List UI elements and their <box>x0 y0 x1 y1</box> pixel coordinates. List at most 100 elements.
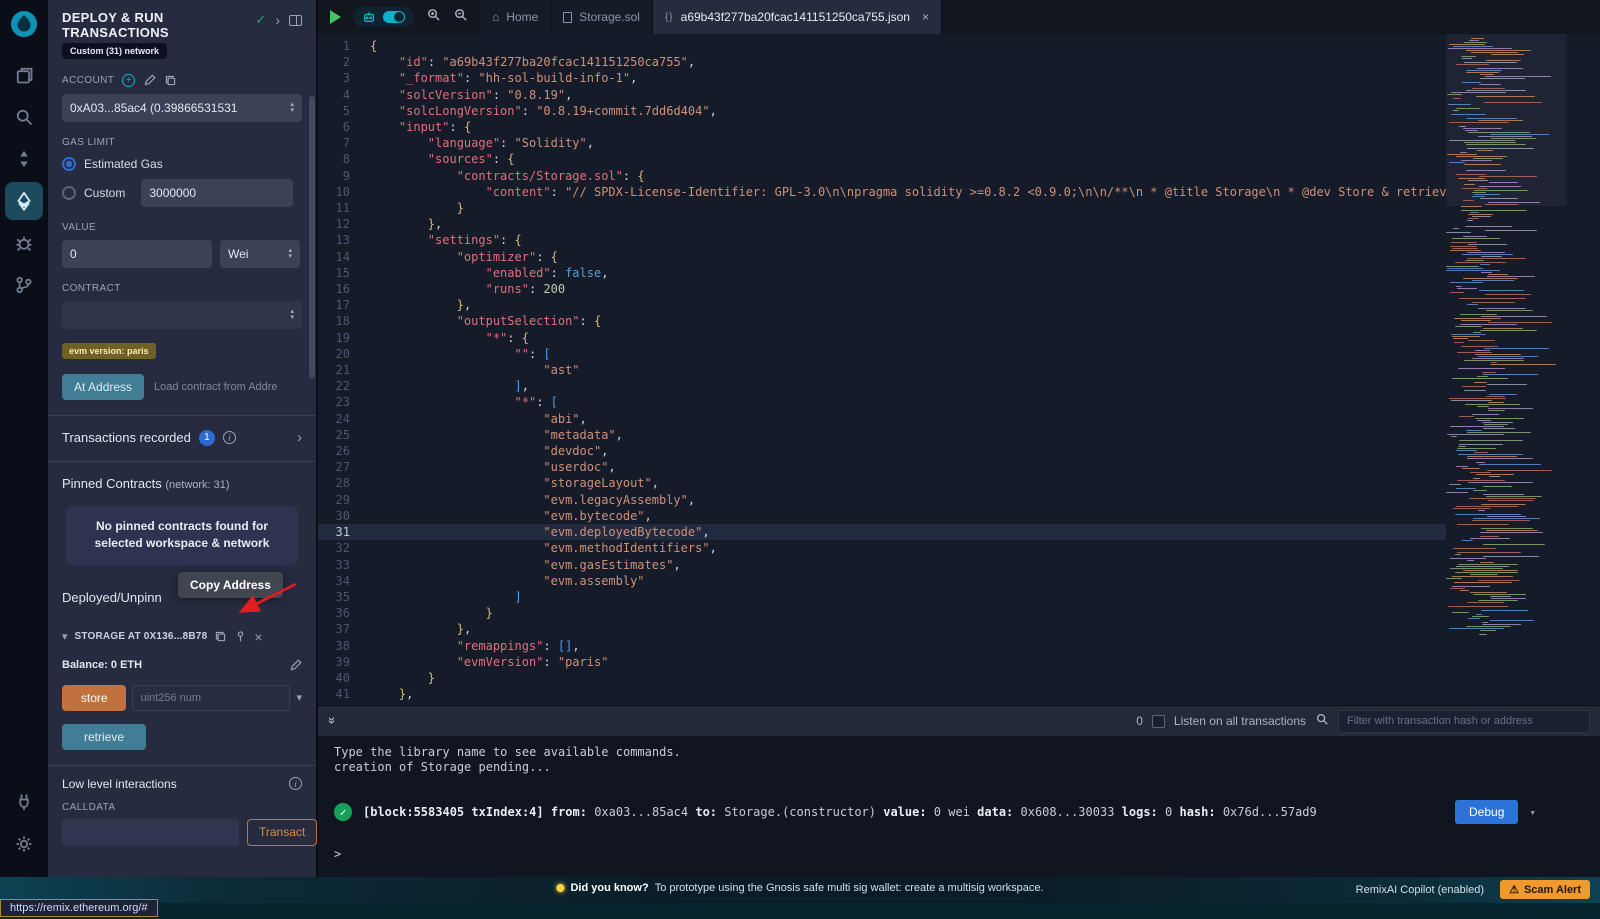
sidebar-item-git[interactable] <box>5 266 43 304</box>
code-line-7[interactable]: 7 "language": "Solidity", <box>318 135 1446 151</box>
code-line-6[interactable]: 6 "input": { <box>318 119 1446 135</box>
tab-a69b43f277ba20fcac141151250ca755-json[interactable]: {}a69b43f277ba20fcac141151250ca755.json× <box>653 0 942 34</box>
copy-address-icon[interactable] <box>214 630 227 643</box>
code-line-9[interactable]: 9 "contracts/Storage.sol": { <box>318 168 1446 184</box>
terminal-prompt[interactable]: > <box>334 847 1600 862</box>
expand-terminal-icon[interactable]: « <box>323 718 338 723</box>
code-line-31[interactable]: 31 "evm.deployedBytecode", <box>318 524 1446 540</box>
code-line-26[interactable]: 26 "devdoc", <box>318 443 1446 459</box>
code-line-13[interactable]: 13 "settings": { <box>318 232 1446 248</box>
expand-tx-icon[interactable]: ▾ <box>1529 805 1536 820</box>
at-address-placeholder[interactable]: Load contract from Addre <box>154 381 278 393</box>
code-line-8[interactable]: 8 "sources": { <box>318 151 1446 167</box>
edit-account-icon[interactable] <box>143 74 156 87</box>
custom-gas-radio[interactable]: Custom <box>62 186 125 200</box>
store-button[interactable]: store <box>62 685 126 711</box>
listen-checkbox[interactable] <box>1152 715 1165 728</box>
code-line-41[interactable]: 41 }, <box>318 686 1446 702</box>
tab-storage-sol[interactable]: Storage.sol <box>551 0 653 34</box>
tab-home[interactable]: ⌂Home <box>480 0 551 34</box>
sidebar-item-debugger[interactable] <box>5 224 43 262</box>
code-line-27[interactable]: 27 "userdoc", <box>318 459 1446 475</box>
code-line-11[interactable]: 11 } <box>318 200 1446 216</box>
zoom-out-icon[interactable] <box>453 7 468 27</box>
add-account-icon[interactable]: + <box>122 74 135 87</box>
code-line-36[interactable]: 36 } <box>318 605 1446 621</box>
code-line-30[interactable]: 30 "evm.bytecode", <box>318 508 1446 524</box>
remix-logo-icon[interactable] <box>8 8 40 40</box>
close-tab-icon[interactable]: × <box>922 10 929 24</box>
minimap[interactable] <box>1446 34 1566 705</box>
remove-contract-icon[interactable]: × <box>254 629 262 645</box>
code-line-3[interactable]: 3 "_format": "hh-sol-build-info-1", <box>318 70 1446 86</box>
terminal-filter-input[interactable] <box>1338 710 1590 733</box>
code-line-37[interactable]: 37 }, <box>318 621 1446 637</box>
transaction-log[interactable]: ✓ [block:5583405 txIndex:4] from: 0xa03.… <box>334 800 1600 824</box>
code-line-18[interactable]: 18 "outputSelection": { <box>318 313 1446 329</box>
code-line-40[interactable]: 40 } <box>318 670 1446 686</box>
copilot-status[interactable]: RemixAI Copilot (enabled) <box>1356 884 1484 896</box>
scam-alert-button[interactable]: ⚠ Scam Alert <box>1500 880 1590 899</box>
store-arg-input[interactable] <box>132 685 290 711</box>
code-line-32[interactable]: 32 "evm.methodIdentifiers", <box>318 540 1446 556</box>
chevron-right-icon[interactable]: › <box>297 429 302 446</box>
code-line-23[interactable]: 23 "*": [ <box>318 394 1446 410</box>
code-line-1[interactable]: 1{ <box>318 38 1446 54</box>
chevron-down-icon[interactable]: ▾ <box>62 630 68 643</box>
code-line-17[interactable]: 17 }, <box>318 297 1446 313</box>
transactions-recorded-row[interactable]: Transactions recorded 1 i › <box>62 429 302 446</box>
sidebar-item-deploy-and-run[interactable] <box>5 182 43 220</box>
code-line-20[interactable]: 20 "": [ <box>318 346 1446 362</box>
sidebar-item-solidity-compiler[interactable] <box>5 140 43 178</box>
code-line-15[interactable]: 15 "enabled": false, <box>318 265 1446 281</box>
deployed-contract-header[interactable]: ▾ STORAGE AT 0X136...8B78 × <box>62 629 302 645</box>
code-line-35[interactable]: 35 ] <box>318 589 1446 605</box>
sidebar-item-plugin-manager[interactable] <box>5 783 43 821</box>
code-line-5[interactable]: 5 "solcLongVersion": "0.8.19+commit.7dd6… <box>318 103 1446 119</box>
code-line-22[interactable]: 22 ], <box>318 378 1446 394</box>
debug-button[interactable]: Debug <box>1455 800 1518 824</box>
code-line-12[interactable]: 12 }, <box>318 216 1446 232</box>
custom-gas-input[interactable] <box>141 179 293 207</box>
code-line-28[interactable]: 28 "storageLayout", <box>318 475 1446 491</box>
sidebar-item-file-explorer[interactable] <box>5 56 43 94</box>
code-line-39[interactable]: 39 "evmVersion": "paris" <box>318 654 1446 670</box>
code-editor[interactable]: 1{2 "id": "a69b43f277ba20fcac141151250ca… <box>318 34 1446 705</box>
sidebar-item-search[interactable] <box>5 98 43 136</box>
code-line-25[interactable]: 25 "metadata", <box>318 427 1446 443</box>
run-script-button[interactable] <box>330 10 341 24</box>
estimated-gas-radio[interactable]: Estimated Gas <box>62 157 302 171</box>
contract-select[interactable]: ▴▾ <box>62 301 302 329</box>
network-badge[interactable]: Custom (31) network <box>62 43 167 59</box>
sidebar-item-settings[interactable] <box>5 825 43 863</box>
code-line-14[interactable]: 14 "optimizer": { <box>318 249 1446 265</box>
code-line-4[interactable]: 4 "solcVersion": "0.8.19", <box>318 87 1446 103</box>
code-line-38[interactable]: 38 "remappings": [], <box>318 638 1446 654</box>
transact-button[interactable]: Transact <box>247 819 317 846</box>
ai-copilot-toggle[interactable] <box>353 7 414 27</box>
pin-panel-icon[interactable] <box>289 15 302 26</box>
chevron-right-icon[interactable]: › <box>275 12 280 28</box>
edit-balance-icon[interactable] <box>289 659 302 672</box>
pin-contract-icon[interactable] <box>234 630 247 643</box>
code-line-29[interactable]: 29 "evm.legacyAssembly", <box>318 492 1446 508</box>
code-line-16[interactable]: 16 "runs": 200 <box>318 281 1446 297</box>
retrieve-button[interactable]: retrieve <box>62 724 146 750</box>
code-line-2[interactable]: 2 "id": "a69b43f277ba20fcac141151250ca75… <box>318 54 1446 70</box>
code-line-21[interactable]: 21 "ast" <box>318 362 1446 378</box>
zoom-in-icon[interactable] <box>426 7 441 27</box>
value-input[interactable] <box>62 240 212 268</box>
code-line-33[interactable]: 33 "evm.gasEstimates", <box>318 557 1446 573</box>
copy-account-icon[interactable] <box>164 74 177 87</box>
search-icon[interactable] <box>1315 712 1329 731</box>
value-unit-select[interactable]: Wei ▴▾ <box>220 240 300 268</box>
account-select[interactable]: 0xA03...85ac4 (0.39866531531 ▴▾ <box>62 94 302 122</box>
code-line-10[interactable]: 10 "content": "// SPDX-License-Identifie… <box>318 184 1446 200</box>
listen-label[interactable]: Listen on all transactions <box>1174 714 1306 728</box>
at-address-button[interactable]: At Address <box>62 374 144 400</box>
code-line-19[interactable]: 19 "*": { <box>318 330 1446 346</box>
expand-args-icon[interactable]: ▾ <box>296 691 302 704</box>
code-line-24[interactable]: 24 "abi", <box>318 411 1446 427</box>
calldata-input[interactable] <box>62 819 239 846</box>
panel-scrollbar[interactable] <box>309 96 315 378</box>
